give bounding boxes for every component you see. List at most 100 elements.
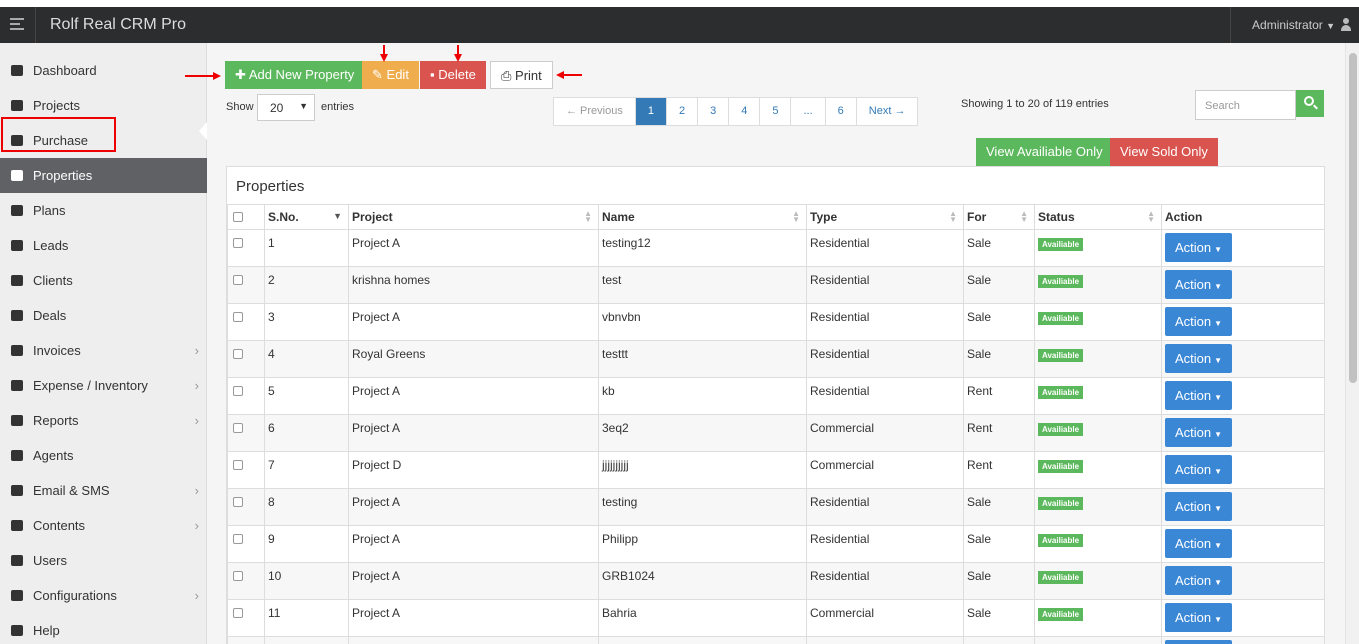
pagination-page[interactable]: 3 [698, 98, 730, 125]
row-checkbox[interactable] [233, 460, 243, 470]
pagination-page[interactable]: 5 [760, 98, 792, 125]
view-available-button[interactable]: View Availiable Only [976, 138, 1113, 166]
sidebar-item-users[interactable]: Users [0, 543, 207, 578]
print-button[interactable]: ⎙ Print [490, 61, 553, 89]
sidebar-item-contents[interactable]: Contents › [0, 508, 207, 543]
row-action-button[interactable]: Action▼ [1165, 492, 1233, 521]
row-select-cell[interactable] [227, 414, 265, 452]
pagination-previous[interactable]: ← Previous [554, 98, 636, 125]
table-row[interactable]: 1 Project Atesting12 Residential Sale Availi… [227, 229, 1325, 267]
row-checkbox[interactable] [233, 275, 243, 285]
hamburger-icon[interactable] [10, 18, 24, 32]
row-checkbox[interactable] [233, 312, 243, 322]
row-select-cell[interactable] [227, 340, 265, 378]
table-row[interactable]: 7 Project Djjjjjjjjjj Commercial Rent Availi… [227, 451, 1325, 489]
row-select-cell[interactable] [227, 451, 265, 489]
row-select-cell[interactable] [227, 599, 265, 637]
column-header-status[interactable]: Status ▲ ▼ [1034, 204, 1162, 230]
user-icon[interactable] [1341, 17, 1351, 31]
table-row[interactable]: 2 krishna homes test Residential Sale Availia… [227, 266, 1325, 304]
app-title[interactable]: Rolf Real CRM Pro [50, 16, 186, 34]
sidebar-item-expense-inventory[interactable]: Expense / Inventory › [0, 368, 207, 403]
page-scrollbar[interactable] [1345, 43, 1359, 644]
pagination-page[interactable]: 1 [635, 98, 667, 125]
row-action-button[interactable]: Action▼ [1165, 529, 1233, 558]
select-all-checkbox[interactable] [233, 212, 243, 222]
row-select-cell[interactable] [227, 525, 265, 563]
sidebar-item-purchase[interactable]: Purchase [0, 123, 207, 158]
row-select-cell[interactable] [227, 488, 265, 526]
annotation-arrowhead [213, 72, 221, 80]
row-checkbox[interactable] [233, 238, 243, 248]
column-header-project[interactable]: Project ▲ ▼ [348, 204, 599, 230]
row-action-button[interactable]: Action▼ [1165, 307, 1233, 336]
search-input[interactable]: Search [1195, 90, 1296, 120]
scrollbar-thumb[interactable] [1349, 53, 1357, 383]
row-action-button[interactable]: Action▼ [1165, 640, 1233, 644]
row-action-button[interactable]: Action▼ [1165, 418, 1233, 447]
pagination-page[interactable]: 2 [667, 98, 699, 125]
table-row[interactable]: 9 Project A Philipp Residential Sale Availiab… [227, 525, 1325, 563]
edit-button[interactable]: ✎ Edit [362, 61, 419, 89]
cell-sno: 5 [264, 377, 349, 415]
sidebar-item-help[interactable]: Help [0, 613, 207, 644]
row-action-button[interactable]: Action▼ [1165, 233, 1233, 262]
column-header-for[interactable]: For ▲ ▼ [963, 204, 1035, 230]
user-menu[interactable]: Administrator ▼ [1252, 18, 1335, 32]
row-select-cell[interactable] [227, 229, 265, 267]
table-row[interactable]: 4 Royal Greens testtt Residential Sale Availi… [227, 340, 1325, 378]
sidebar-item-properties[interactable]: Properties [0, 158, 207, 193]
sidebar-item-dashboard[interactable]: Dashboard [0, 53, 207, 88]
column-header-type[interactable]: Type ▲ ▼ [806, 204, 964, 230]
sidebar-item-plans[interactable]: Plans [0, 193, 207, 228]
row-checkbox[interactable] [233, 608, 243, 618]
view-sold-button[interactable]: View Sold Only [1110, 138, 1218, 166]
row-action-button[interactable]: Action▼ [1165, 344, 1233, 373]
cell-project: Project D [348, 451, 599, 489]
row-select-cell[interactable] [227, 266, 265, 304]
add-new-property-button[interactable]: ✚ Add New Property [225, 61, 365, 89]
sidebar-item-leads[interactable]: Leads [0, 228, 207, 263]
pagination-page[interactable]: ... [791, 98, 826, 125]
entries-select[interactable]: 20 ▼ [257, 94, 315, 121]
table-row[interactable]: 5 Project Akb Residential Rent Availiable Act… [227, 377, 1325, 415]
row-action-button[interactable]: Action▼ [1165, 603, 1233, 632]
pagination-page[interactable]: 6 [826, 98, 857, 125]
sidebar-item-deals[interactable]: Deals [0, 298, 207, 333]
row-action-button[interactable]: Action▼ [1165, 381, 1233, 410]
select-all-header[interactable] [227, 204, 265, 230]
table-row[interactable]: 12AL KHALEEJ TOWERaCommercialSaleAvailia… [227, 636, 1325, 644]
row-checkbox[interactable] [233, 534, 243, 544]
cell-action: Action▼ [1161, 562, 1325, 600]
search-button[interactable] [1296, 90, 1324, 117]
column-header-name[interactable]: Name ▲ ▼ [598, 204, 807, 230]
table-row[interactable]: 11 Project A Bahria Commercial Sale Availiabl… [227, 599, 1325, 637]
sidebar-item-email-sms[interactable]: Email & SMS › [0, 473, 207, 508]
sidebar-item-reports[interactable]: Reports › [0, 403, 207, 438]
row-checkbox[interactable] [233, 423, 243, 433]
column-header-sno[interactable]: S.No. ▼ [264, 204, 349, 230]
table-row[interactable]: 6 Project A 3eq2 Commercial Rent Availiable Ac… [227, 414, 1325, 452]
table-row[interactable]: 8 Project Atesting Residential Sale Availiab… [227, 488, 1325, 526]
row-action-button[interactable]: Action▼ [1165, 566, 1233, 595]
row-select-cell[interactable] [227, 377, 265, 415]
sidebar-item-configurations[interactable]: Configurations › [0, 578, 207, 613]
sidebar-item-agents[interactable]: Agents [0, 438, 207, 473]
row-select-cell[interactable] [227, 562, 265, 600]
sidebar-item-invoices[interactable]: Invoices › [0, 333, 207, 368]
table-row[interactable]: 3 Project Avbnvbn Residential Sale Availiabl… [227, 303, 1325, 341]
pagination-page[interactable]: 4 [729, 98, 761, 125]
row-checkbox[interactable] [233, 497, 243, 507]
row-action-button[interactable]: Action▼ [1165, 270, 1233, 299]
row-select-cell[interactable] [227, 303, 265, 341]
table-row[interactable]: 10 Project A GRB1024 Residential Sale Availia… [227, 562, 1325, 600]
sidebar-item-projects[interactable]: Projects [0, 88, 207, 123]
pagination-next[interactable]: Next → [857, 98, 918, 125]
row-select-cell[interactable] [227, 636, 265, 644]
delete-button[interactable]: ▪ Delete [420, 61, 486, 89]
sidebar-item-clients[interactable]: Clients [0, 263, 207, 298]
row-checkbox[interactable] [233, 571, 243, 581]
row-checkbox[interactable] [233, 349, 243, 359]
row-checkbox[interactable] [233, 386, 243, 396]
row-action-button[interactable]: Action▼ [1165, 455, 1233, 484]
